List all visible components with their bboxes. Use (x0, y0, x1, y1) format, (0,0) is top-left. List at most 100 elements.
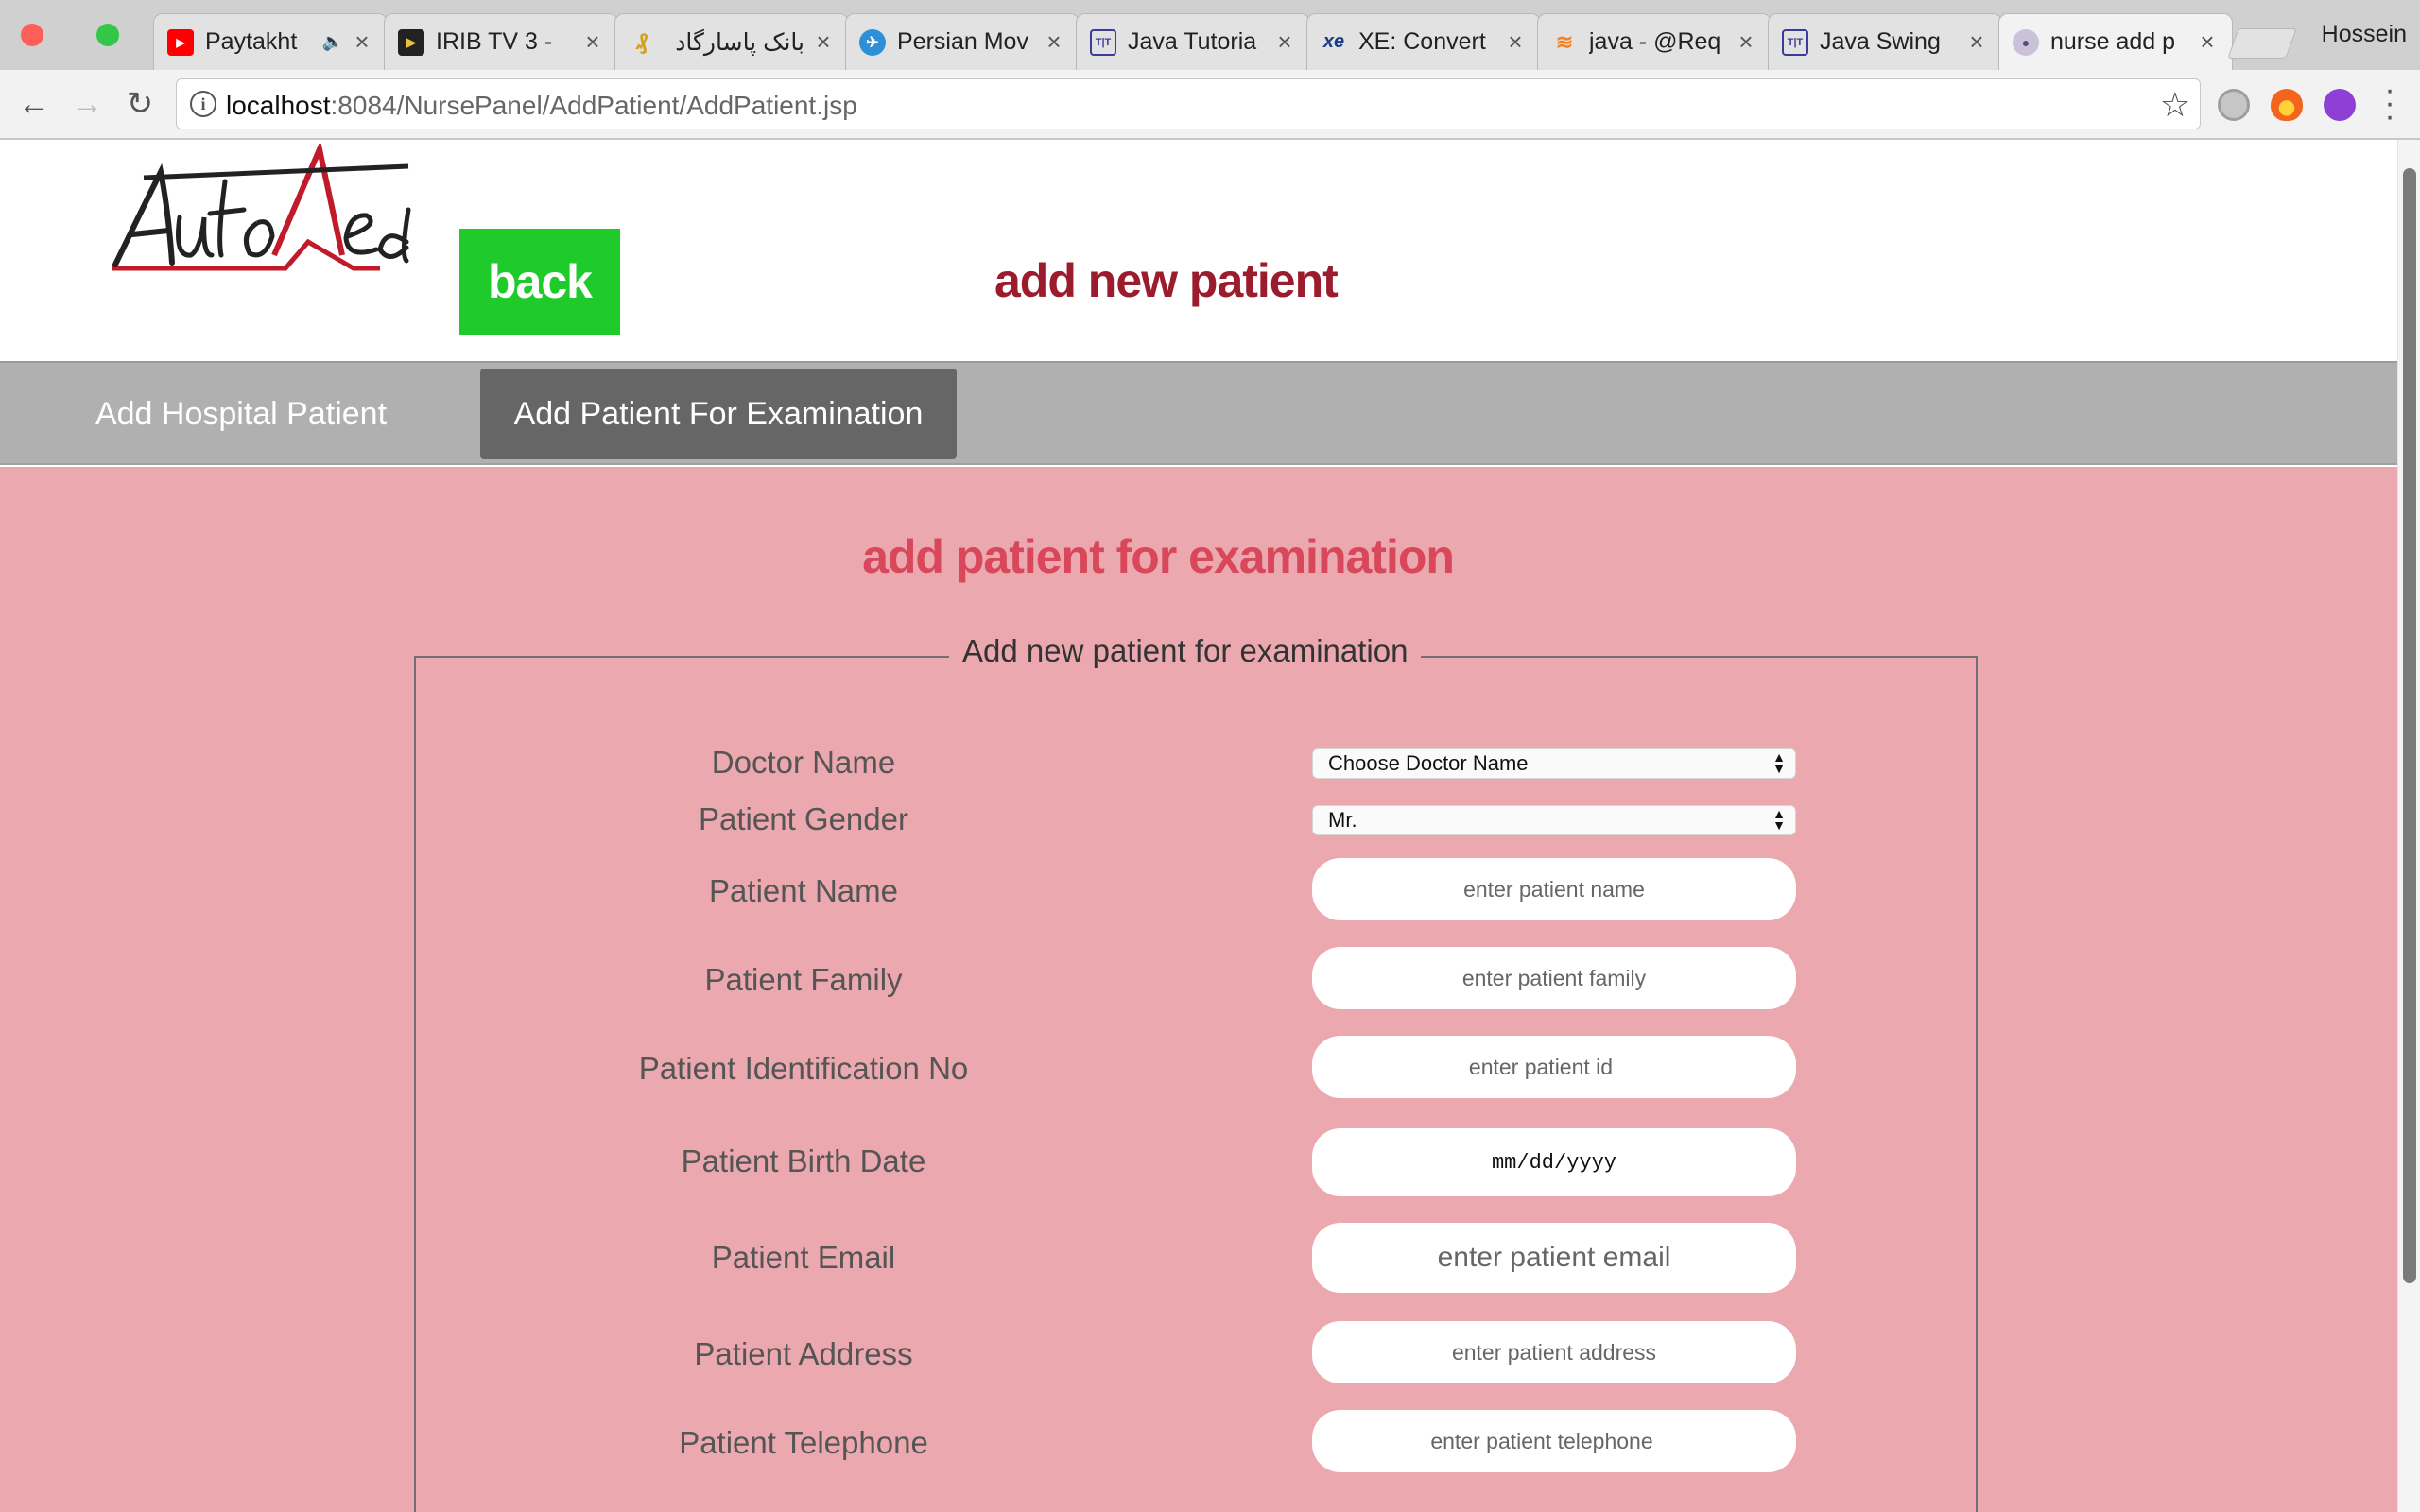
close-icon[interactable]: × (1504, 27, 1527, 57)
browser-tab[interactable]: xe XE: Convert × (1306, 13, 1541, 70)
patient-gender-select-value: Mr. (1328, 808, 1357, 832)
close-icon[interactable]: × (1965, 27, 1988, 57)
close-window-button[interactable] (21, 24, 43, 46)
patient-id-input[interactable]: enter patient id (1312, 1036, 1796, 1098)
browser-tab[interactable]: ▶ IRIB TV 3 - × (384, 13, 618, 70)
tab-title: XE: Convert (1358, 28, 1486, 55)
purple-extension-icon[interactable] (2324, 89, 2356, 121)
tab-title: IRIB TV 3 - (436, 28, 553, 55)
scrollbar-thumb[interactable] (2403, 168, 2416, 1283)
close-icon[interactable]: × (812, 27, 835, 57)
patient-email-label: Patient Email (711, 1240, 896, 1275)
minimize-window-button[interactable] (59, 24, 81, 46)
close-icon[interactable]: × (2196, 27, 2219, 57)
doctor-name-select[interactable]: Choose Doctor Name ▲ ▼ (1312, 748, 1796, 779)
reload-icon[interactable]: ↻ (121, 85, 159, 123)
patient-email-input[interactable]: enter patient email (1312, 1223, 1796, 1293)
patient-address-label: Patient Address (694, 1336, 913, 1371)
select-arrows-icon: ▲ ▼ (1772, 749, 1786, 776)
patient-form-fieldset: Add new patient for examination Doctor N… (414, 633, 1978, 1512)
patient-gender-label: Patient Gender (699, 801, 908, 836)
address-bar[interactable]: i localhost:8084/NursePanel/AddPatient/A… (176, 78, 2201, 129)
bank-icon: ₰ (635, 28, 648, 55)
tab-title: nurse add p (2050, 28, 2176, 55)
close-icon[interactable]: × (1273, 27, 1296, 57)
tab-title: java - @Req (1589, 28, 1721, 55)
url-text[interactable]: localhost:8084/NursePanel/AddPatient/Add… (226, 91, 857, 121)
tab-add-patient-for-examination[interactable]: Add Patient For Examination (480, 369, 957, 459)
close-icon[interactable]: × (351, 27, 373, 57)
patient-name-label: Patient Name (709, 873, 898, 908)
info-icon[interactable]: i (190, 91, 216, 117)
url-host: localhost (226, 91, 331, 120)
browser-tab[interactable]: ✈ Persian Mov × (845, 13, 1080, 70)
browser-tab-active[interactable]: ● nurse add p × (1998, 13, 2233, 70)
play-icon: ▶ (398, 28, 424, 56)
page-scrollbar[interactable] (2397, 140, 2420, 1512)
close-icon[interactable]: × (1043, 27, 1065, 57)
close-icon[interactable]: × (581, 27, 604, 57)
patient-id-placeholder: enter patient id (1468, 1054, 1614, 1079)
patient-birth-date-label: Patient Birth Date (681, 1143, 926, 1178)
browser-tab[interactable]: ₰ بانک پاسارگاد :: × (614, 13, 849, 70)
patient-address-placeholder: enter patient address (1451, 1339, 1657, 1365)
flame-extension-icon[interactable] (2271, 89, 2303, 121)
tab-title: Java Swing (1820, 28, 1941, 55)
automed-logo[interactable] (106, 144, 418, 285)
new-tab-button[interactable] (2227, 28, 2297, 59)
forward-arrow-icon[interactable]: → (68, 85, 106, 123)
section-navbar: Add Hospital Patient Add Patient For Exa… (0, 361, 2397, 465)
patient-name-input[interactable]: enter patient name (1312, 858, 1796, 920)
browser-tab[interactable]: ▶ Paytakht 🔈 × (153, 13, 388, 70)
back-button[interactable]: back (459, 229, 620, 335)
tutorial-icon: T|T (1090, 28, 1116, 56)
globe-icon: ✈ (859, 28, 886, 56)
tab-title: Java Tutoria (1128, 28, 1257, 55)
maximize-window-button[interactable] (96, 24, 119, 46)
speaker-icon[interactable]: 🔈 (322, 32, 343, 52)
patient-address-input[interactable]: enter patient address (1312, 1321, 1796, 1383)
patient-telephone-input[interactable]: enter patient telephone (1312, 1410, 1796, 1472)
section-title: add patient for examination (862, 530, 1455, 583)
patient-birth-date-input[interactable]: mm/dd/yyyy (1312, 1128, 1796, 1196)
patient-id-label: Patient Identification No (638, 1051, 969, 1086)
patient-family-placeholder: enter patient family (1461, 965, 1647, 990)
tab-title: Persian Mov (897, 28, 1028, 55)
patient-name-placeholder: enter patient name (1463, 876, 1645, 902)
form-legend: Add new patient for examination (949, 633, 1422, 669)
browser-tab-strip: ▶ Paytakht 🔈 × ▶ IRIB TV 3 - × ₰ بانک پا… (0, 0, 2420, 70)
patient-family-input[interactable]: enter patient family (1312, 947, 1796, 1009)
doctor-name-label: Doctor Name (711, 745, 896, 780)
birth-date-placeholder: mm/dd/yyyy (1491, 1150, 1617, 1175)
patient-email-placeholder: enter patient email (1437, 1242, 1671, 1273)
browser-toolbar: ← → ↻ i localhost:8084/NursePanel/AddPat… (0, 70, 2420, 140)
avatar-icon: ● (2013, 28, 2039, 56)
patient-telephone-label: Patient Telephone (679, 1425, 928, 1460)
back-arrow-icon[interactable]: ← (15, 85, 53, 123)
url-path: :8084/NursePanel/AddPatient/AddPatient.j… (330, 91, 857, 120)
patient-family-label: Patient Family (704, 962, 903, 997)
xe-icon: xe (1322, 31, 1345, 52)
patient-gender-select[interactable]: Mr. ▲ ▼ (1312, 805, 1796, 835)
patient-telephone-placeholder: enter patient telephone (1430, 1428, 1653, 1453)
profile-name[interactable]: Hossein (2322, 21, 2407, 48)
tab-title: Paytakht (205, 28, 298, 55)
main-content: add patient for examination Add new pati… (0, 467, 2397, 1512)
menu-dots-icon[interactable]: · · · (2378, 74, 2401, 132)
youtube-icon: ▶ (167, 28, 194, 56)
page-viewport: back add new patient Add Hospital Patien… (0, 140, 2397, 1512)
page-header: back add new patient (0, 140, 2397, 359)
tutorial-icon: T|T (1782, 28, 1808, 56)
stackoverflow-icon: ≋ (1555, 29, 1574, 54)
tab-title: بانک پاسارگاد :: (666, 28, 804, 56)
bookmark-star-icon[interactable]: ☆ (2160, 85, 2190, 125)
globe-extension-icon[interactable] (2218, 89, 2250, 121)
browser-tab[interactable]: ≋ java - @Req × (1537, 13, 1772, 70)
doctor-name-select-value: Choose Doctor Name (1328, 751, 1529, 775)
select-arrows-icon: ▲ ▼ (1772, 806, 1786, 833)
close-icon[interactable]: × (1735, 27, 1757, 57)
browser-tab[interactable]: T|T Java Swing × (1768, 13, 2002, 70)
tab-add-hospital-patient[interactable]: Add Hospital Patient (57, 369, 425, 459)
page-title: add new patient (994, 254, 1339, 307)
browser-tab[interactable]: T|T Java Tutoria × (1076, 13, 1310, 70)
